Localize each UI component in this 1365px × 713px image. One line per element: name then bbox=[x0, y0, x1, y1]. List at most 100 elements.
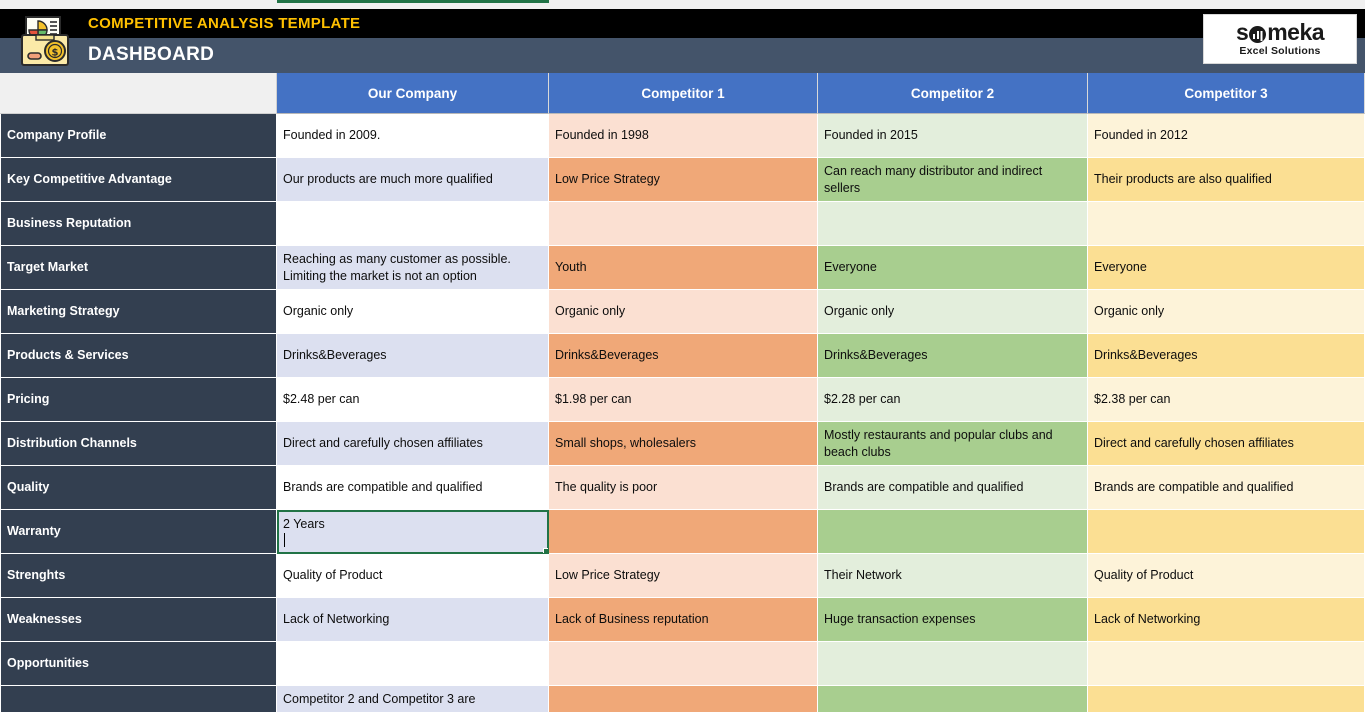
cell-our-company[interactable]: Founded in 2009. bbox=[277, 114, 549, 158]
cell-competitor-2[interactable]: Their Network bbox=[818, 554, 1088, 598]
cell-text: The quality is poor bbox=[555, 479, 657, 496]
row-label-products-services[interactable]: Products & Services bbox=[0, 334, 277, 378]
cell-competitor-2[interactable]: $2.28 per can bbox=[818, 378, 1088, 422]
logo-chart-icon bbox=[1249, 26, 1266, 43]
column-header-our-company[interactable]: Our Company bbox=[277, 73, 549, 114]
cell-competitor-2[interactable]: Everyone bbox=[818, 246, 1088, 290]
table-row: Products & ServicesDrinks&BeveragesDrink… bbox=[0, 334, 1365, 378]
selected-column-indicator bbox=[277, 0, 549, 3]
cell-text: Brands are compatible and qualified bbox=[1094, 479, 1293, 496]
cell-text: Lack of Business reputation bbox=[555, 611, 709, 628]
cell-competitor-1[interactable] bbox=[549, 510, 818, 554]
cell-text: Organic only bbox=[283, 303, 353, 320]
cell-our-company[interactable]: Reaching as many customer as possible. L… bbox=[277, 246, 549, 290]
cell-our-company[interactable]: Direct and carefully chosen affiliates bbox=[277, 422, 549, 466]
cell-text: Mostly restaurants and popular clubs and… bbox=[824, 427, 1081, 461]
cell-text: Huge transaction expenses bbox=[824, 611, 975, 628]
cell-competitor-3[interactable]: Organic only bbox=[1088, 290, 1365, 334]
table-row: Pricing$2.48 per can $1.98 per can $2.28 p… bbox=[0, 378, 1365, 422]
cell-competitor-2[interactable]: Founded in 2015 bbox=[818, 114, 1088, 158]
cell-our-company[interactable] bbox=[277, 202, 549, 246]
cell-competitor-1[interactable]: The quality is poor bbox=[549, 466, 818, 510]
cell-competitor-2[interactable]: Organic only bbox=[818, 290, 1088, 334]
cell-competitor-2[interactable]: Huge transaction expenses bbox=[818, 598, 1088, 642]
cell-competitor-2[interactable]: Drinks&Beverages bbox=[818, 334, 1088, 378]
cell-our-company[interactable] bbox=[277, 642, 549, 686]
table-row: Target MarketReaching as many customer a… bbox=[0, 246, 1365, 290]
cell-text: Brands are compatible and qualified bbox=[283, 479, 482, 496]
cell-competitor-3[interactable]: Founded in 2012 bbox=[1088, 114, 1365, 158]
column-header-competitor-3[interactable]: Competitor 3 bbox=[1088, 73, 1365, 114]
cell-competitor-3[interactable]: Lack of Networking bbox=[1088, 598, 1365, 642]
cell-competitor-3[interactable]: Their products are also qualified bbox=[1088, 158, 1365, 202]
cell-text: Their Network bbox=[824, 567, 902, 584]
cell-our-company[interactable]: Drinks&Beverages bbox=[277, 334, 549, 378]
fill-handle[interactable] bbox=[543, 548, 549, 554]
cell-our-company[interactable]: 2 Years bbox=[277, 510, 549, 554]
logo-word-rest: meka bbox=[1267, 21, 1324, 44]
cell-competitor-2[interactable] bbox=[818, 510, 1088, 554]
cell-competitor-1[interactable]: $1.98 per can bbox=[549, 378, 818, 422]
cell-competitor-1[interactable]: Low Price Strategy bbox=[549, 554, 818, 598]
cell-competitor-1[interactable]: Low Price Strategy bbox=[549, 158, 818, 202]
cell-our-company[interactable]: Our products are much more qualified bbox=[277, 158, 549, 202]
cell-text: Drinks&Beverages bbox=[1094, 347, 1198, 364]
cell-competitor-3[interactable]: $2.38 per can bbox=[1088, 378, 1365, 422]
row-label-business-reputation[interactable]: Business Reputation bbox=[0, 202, 277, 246]
cell-competitor-1[interactable] bbox=[549, 202, 818, 246]
cell-competitor-1[interactable]: Small shops, wholesalers bbox=[549, 422, 818, 466]
cell-text: Youth bbox=[555, 259, 587, 276]
cell-competitor-3[interactable] bbox=[1088, 510, 1365, 554]
table-row: Marketing Strategy Organic only Organic on… bbox=[0, 290, 1365, 334]
cell-competitor-3[interactable]: Drinks&Beverages bbox=[1088, 334, 1365, 378]
cell-competitor-3[interactable]: Brands are compatible and qualified bbox=[1088, 466, 1365, 510]
row-label-distribution-channels[interactable]: Distribution Channels bbox=[0, 422, 277, 466]
cell-competitor-2[interactable] bbox=[818, 642, 1088, 686]
cell-competitor-1[interactable]: Lack of Business reputation bbox=[549, 598, 818, 642]
cell-our-company[interactable]: Quality of Product bbox=[277, 554, 549, 598]
cell-competitor-2[interactable]: Mostly restaurants and popular clubs and… bbox=[818, 422, 1088, 466]
cell-text: Founded in 2015 bbox=[824, 127, 918, 144]
cell-competitor-2[interactable]: Can reach many distributor and indirect … bbox=[818, 158, 1088, 202]
cell-competitor-2[interactable] bbox=[818, 202, 1088, 246]
cell-competitor-1[interactable]: Founded in 1998 bbox=[549, 114, 818, 158]
cell-competitor-1[interactable]: Organic only bbox=[549, 290, 818, 334]
cell-text: Low Price Strategy bbox=[555, 171, 660, 188]
cell-text: Drinks&Beverages bbox=[283, 347, 387, 364]
cell-competitor-1[interactable]: Youth bbox=[549, 246, 818, 290]
logo-tagline: Excel Solutions bbox=[1239, 45, 1320, 57]
cell-competitor-3[interactable] bbox=[1088, 642, 1365, 686]
table-row: Business Reputation bbox=[0, 202, 1365, 246]
column-header-competitor-1[interactable]: Competitor 1 bbox=[549, 73, 818, 114]
cell-competitor-3[interactable]: Everyone bbox=[1088, 246, 1365, 290]
cell-text: Founded in 2009. bbox=[283, 127, 380, 144]
cell-text: Direct and carefully chosen affiliates bbox=[1094, 435, 1294, 452]
cell-text: Small shops, wholesalers bbox=[555, 435, 696, 452]
cell-text: $1.98 per can bbox=[555, 391, 631, 408]
cell-our-company[interactable]: Lack of Networking bbox=[277, 598, 549, 642]
row-label-pricing[interactable]: Pricing bbox=[0, 378, 277, 422]
row-label-target-market[interactable]: Target Market bbox=[0, 246, 277, 290]
row-label-strenghts[interactable]: Strenghts bbox=[0, 554, 277, 598]
cell-our-company[interactable]: Brands are compatible and qualified bbox=[277, 466, 549, 510]
row-label-quality[interactable]: Quality bbox=[0, 466, 277, 510]
cell-text: Our products are much more qualified bbox=[283, 171, 493, 188]
cell-competitor-1[interactable]: Drinks&Beverages bbox=[549, 334, 818, 378]
row-label-weaknesses[interactable]: Weaknesses bbox=[0, 598, 277, 642]
cell-competitor-3[interactable] bbox=[1088, 202, 1365, 246]
cell-competitor-3[interactable]: Quality of Product bbox=[1088, 554, 1365, 598]
cell-our-company[interactable]: Organic only bbox=[277, 290, 549, 334]
cell-competitor-1[interactable] bbox=[549, 642, 818, 686]
cell-competitor-3[interactable]: Direct and carefully chosen affiliates bbox=[1088, 422, 1365, 466]
table-row: Company Profile Founded in 2009. Founded i… bbox=[0, 114, 1365, 158]
cell-our-company[interactable]: $2.48 per can bbox=[277, 378, 549, 422]
row-label-key-competitive-advantage[interactable]: Key Competitive Advantage bbox=[0, 158, 277, 202]
cell-text: Organic only bbox=[824, 303, 894, 320]
row-label-marketing-strategy[interactable]: Marketing Strategy bbox=[0, 290, 277, 334]
row-label-opportunities[interactable]: Opportunities bbox=[0, 642, 277, 686]
row-label-warranty[interactable]: Warranty bbox=[0, 510, 277, 554]
row-label-company-profile[interactable]: Company Profile bbox=[0, 114, 277, 158]
table-row: Distribution ChannelsDirect and carefull… bbox=[0, 422, 1365, 466]
cell-competitor-2[interactable]: Brands are compatible and qualified bbox=[818, 466, 1088, 510]
column-header-competitor-2[interactable]: Competitor 2 bbox=[818, 73, 1088, 114]
